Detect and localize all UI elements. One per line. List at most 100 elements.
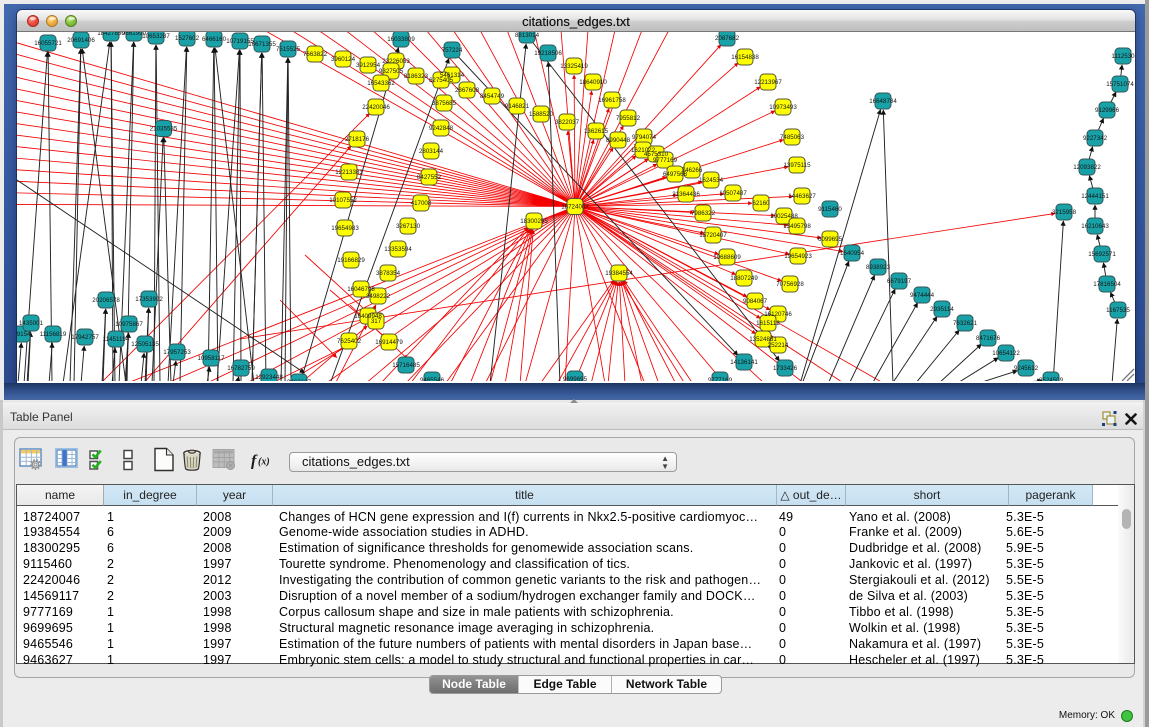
svg-text:16961758: 16961758 (598, 97, 626, 104)
svg-text:7515525: 7515525 (276, 46, 301, 53)
svg-text:17957253: 17957253 (163, 349, 191, 356)
svg-text:2803144: 2803144 (419, 148, 444, 155)
svg-text:9777169: 9777169 (653, 157, 678, 164)
svg-text:12093822: 12093822 (1073, 164, 1101, 171)
svg-text:10507487: 10507487 (719, 190, 747, 197)
svg-text:9227342: 9227342 (1083, 135, 1108, 142)
svg-text:19654983: 19654983 (331, 225, 359, 232)
svg-text:16782759: 16782759 (227, 365, 255, 372)
svg-text:12505135: 12505135 (131, 341, 159, 348)
svg-text:21364436: 21364436 (672, 191, 700, 198)
svg-text:16154838: 16154838 (731, 54, 759, 61)
svg-text:9327505: 9327505 (379, 68, 404, 75)
svg-text:12444151: 12444151 (1081, 193, 1109, 200)
svg-text:19166829: 19166829 (337, 257, 365, 264)
svg-text:9242848: 9242848 (429, 125, 454, 132)
svg-text:f: f (251, 453, 258, 470)
svg-text:15751074: 15751074 (1106, 81, 1134, 88)
svg-text:7625402: 7625402 (337, 338, 362, 345)
svg-text:8427552: 8427552 (417, 174, 442, 181)
svg-text:8524509: 8524509 (1039, 377, 1064, 381)
svg-text:8471676: 8471676 (976, 335, 1001, 342)
svg-text:3267130: 3267130 (396, 223, 421, 230)
svg-text:317: 317 (371, 318, 382, 325)
svg-text:252214: 252214 (768, 342, 789, 349)
svg-text:3875685: 3875685 (432, 100, 457, 107)
svg-text:16914479: 16914479 (375, 339, 403, 346)
svg-text:3498222: 3498222 (366, 293, 391, 300)
svg-text:(x): (x) (258, 457, 270, 468)
svg-text:9245612: 9245612 (1014, 365, 1039, 372)
svg-text:10975867: 10975867 (115, 321, 143, 328)
svg-text:6099695: 6099695 (818, 236, 843, 243)
svg-text:12213383: 12213383 (335, 169, 363, 176)
svg-text:22420046: 22420046 (362, 104, 390, 111)
svg-text:1362615: 1362615 (584, 128, 609, 135)
svg-text:417008: 417008 (411, 200, 432, 207)
svg-text:15716485: 15716485 (392, 362, 420, 369)
svg-text:20691406: 20691406 (67, 37, 95, 44)
svg-text:9084067: 9084067 (743, 298, 768, 305)
svg-text:9777169: 9777169 (708, 377, 733, 381)
svg-text:10107552: 10107552 (329, 197, 357, 204)
svg-text:7663822: 7663822 (303, 51, 328, 58)
svg-text:16671355: 16671355 (248, 41, 276, 48)
svg-text:16648784: 16648784 (869, 98, 897, 105)
svg-text:7485063: 7485063 (780, 134, 805, 141)
svg-text:16055721: 16055721 (34, 40, 62, 47)
svg-text:757224: 757224 (442, 47, 463, 54)
svg-text:1615112: 1615112 (756, 320, 780, 327)
svg-text:10025488: 10025488 (770, 213, 798, 220)
svg-text:3912954: 3912954 (356, 62, 381, 69)
svg-text:10973493: 10973493 (769, 104, 797, 111)
svg-text:1167535: 1167535 (1106, 307, 1130, 314)
svg-text:12923448: 12923448 (255, 374, 283, 381)
svg-text:16210643: 16210643 (1081, 223, 1109, 230)
svg-text:17353992: 17353992 (135, 296, 163, 303)
svg-text:10653287: 10653287 (142, 33, 170, 40)
svg-text:9463627: 9463627 (287, 379, 312, 381)
svg-text:9115460: 9115460 (818, 206, 842, 213)
svg-text:6466160: 6466160 (202, 36, 227, 43)
svg-text:18724007: 18724007 (561, 204, 589, 211)
svg-text:62160: 62160 (752, 200, 770, 207)
svg-text:1640954: 1640954 (840, 250, 865, 257)
svg-text:17816504: 17816504 (1093, 281, 1121, 288)
svg-text:3960124: 3960124 (331, 56, 356, 63)
svg-text:2087682: 2087682 (715, 35, 740, 42)
svg-text:6275405: 6275405 (429, 77, 454, 84)
svg-text:8990448: 8990448 (606, 137, 631, 144)
svg-text:23226053: 23226053 (382, 58, 410, 65)
svg-text:7632621: 7632621 (953, 320, 978, 327)
svg-text:1435001: 1435001 (19, 320, 44, 327)
svg-text:1527602: 1527602 (175, 35, 200, 42)
svg-text:9699695: 9699695 (563, 376, 588, 381)
svg-text:16046798: 16046798 (347, 286, 375, 293)
svg-text:9474444: 9474444 (910, 292, 935, 299)
svg-text:1112530: 1112530 (1111, 53, 1135, 60)
svg-text:7955812: 7955812 (616, 115, 641, 122)
svg-text:8186323: 8186323 (404, 73, 429, 80)
svg-text:6679197: 6679197 (887, 278, 912, 285)
svg-text:13495798: 13495798 (783, 223, 811, 230)
svg-text:12213967: 12213967 (754, 79, 782, 86)
svg-text:9129966: 9129966 (1095, 107, 1120, 114)
svg-text:39154: 39154 (17, 331, 31, 338)
svg-text:2935114: 2935114 (930, 306, 954, 313)
svg-text:14463627: 14463627 (788, 193, 816, 200)
svg-text:18300295: 18300295 (520, 218, 548, 225)
svg-text:19654923: 19654923 (784, 253, 812, 260)
svg-text:18807249: 18807249 (730, 275, 758, 282)
svg-text:8938923: 8938923 (866, 264, 891, 271)
svg-text:1588520: 1588520 (529, 111, 554, 118)
svg-text:21035535: 21035535 (150, 126, 178, 133)
svg-text:8813014: 8813014 (515, 32, 540, 39)
svg-text:9465546: 9465546 (420, 377, 445, 381)
svg-text:13353594: 13353594 (384, 246, 412, 253)
svg-text:16543362: 16543362 (367, 80, 395, 87)
svg-text:10688609: 10688609 (713, 254, 741, 261)
svg-text:19384554: 19384554 (605, 270, 633, 277)
svg-text:746266: 746266 (682, 167, 703, 174)
svg-text:3215958: 3215958 (1052, 209, 1077, 216)
svg-text:3878354: 3878354 (376, 270, 401, 277)
